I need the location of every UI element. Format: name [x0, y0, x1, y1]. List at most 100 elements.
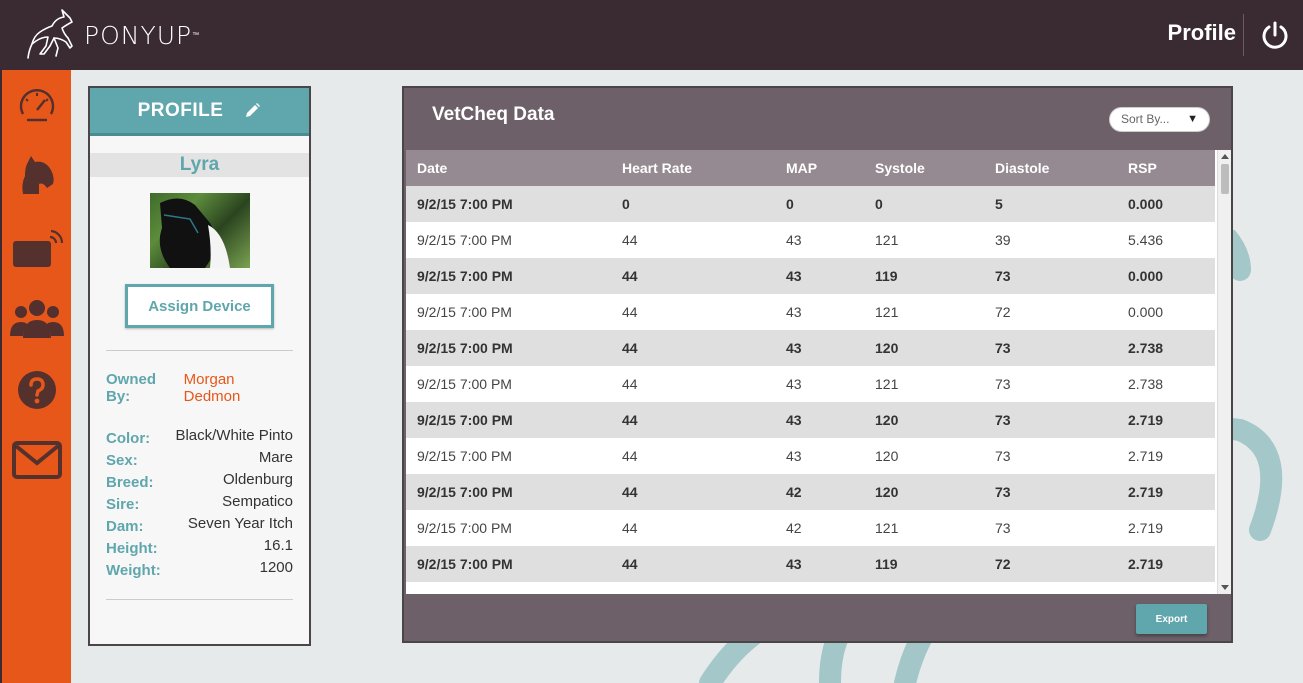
attribute-label: Breed: [106, 473, 154, 491]
dropdown-arrow-icon: ▼ [1187, 113, 1198, 125]
sidebar-item-devices[interactable] [6, 220, 68, 276]
sidebar-item-users[interactable] [6, 290, 68, 346]
table-cell: 119 [875, 546, 995, 582]
owner-row: Owned By: Morgan Dedmon [106, 371, 293, 405]
column-header-date[interactable]: Date [406, 150, 622, 186]
panel-title: VetCheq Data [432, 104, 555, 125]
table-row[interactable]: 9/2/15 7:00 PM 44 43 121 73 2.738 [406, 366, 1215, 402]
table-cell: 43 [786, 258, 875, 294]
sort-by-dropdown[interactable]: Sort By... ▼ [1109, 107, 1210, 132]
table-row[interactable]: 9/2/15 7:00 PM 44 43 120 73 2.719 [406, 438, 1215, 474]
table-cell: 73 [995, 438, 1128, 474]
table-cell: 0 [786, 186, 875, 222]
attribute-label: Sire: [106, 495, 140, 513]
table-row[interactable]: 9/2/15 7:00 PM 44 43 119 73 0.000 [406, 258, 1215, 294]
vetcheq-table-container[interactable]: Date Heart Rate MAP Systole Diastole RSP… [406, 150, 1231, 594]
table-cell: 2.719 [1128, 546, 1215, 582]
topbar-divider [1243, 14, 1244, 56]
attribute-label: Weight: [106, 561, 161, 579]
table-cell: 73 [995, 402, 1128, 438]
table-cell: 121 [875, 510, 995, 546]
sidebar-item-dashboard[interactable] [6, 78, 68, 134]
table-cell: 44 [622, 294, 786, 330]
attribute-row: Height: 16.1 [106, 535, 293, 557]
ponyup-logo[interactable]: PONYUP ™ [26, 8, 199, 62]
attribute-label: Dam: [106, 517, 144, 535]
attribute-value: 16.1 [263, 536, 293, 554]
table-cell: 73 [995, 510, 1128, 546]
owner-name-link[interactable]: Morgan Dedmon [184, 371, 293, 405]
attribute-row: Breed: Oldenburg [106, 469, 293, 491]
table-cell: 9/2/15 7:00 PM [406, 402, 622, 438]
sidebar-item-help[interactable] [6, 362, 68, 418]
table-cell: 9/2/15 7:00 PM [406, 546, 622, 582]
vetcheq-panel: VetCheq Data Sort By... ▼ Date Heart Rat… [402, 86, 1233, 643]
table-row[interactable]: 9/2/15 7:00 PM 44 43 121 72 0.000 [406, 294, 1215, 330]
table-header-row: Date Heart Rate MAP Systole Diastole RSP [406, 150, 1215, 186]
table-cell: 2.719 [1128, 474, 1215, 510]
sidebar-item-messages[interactable] [6, 432, 68, 488]
table-row[interactable]: 9/2/15 7:00 PM 44 43 120 73 2.719 [406, 402, 1215, 438]
export-button[interactable]: Export [1136, 604, 1207, 634]
table-cell: 44 [622, 402, 786, 438]
mail-icon [12, 441, 62, 479]
table-cell: 39 [995, 222, 1128, 258]
table-cell: 9/2/15 7:00 PM [406, 294, 622, 330]
table-cell: 9/2/15 7:00 PM [406, 438, 622, 474]
column-header-rsp[interactable]: RSP [1128, 150, 1215, 186]
sidebar [0, 70, 71, 683]
vetcheq-table: Date Heart Rate MAP Systole Diastole RSP… [406, 150, 1215, 582]
attribute-row: Color: Black/White Pinto [106, 425, 293, 447]
profile-divider [106, 599, 293, 600]
table-row[interactable]: 9/2/15 7:00 PM 44 43 121 39 5.436 [406, 222, 1215, 258]
table-cell: 43 [786, 546, 875, 582]
table-row[interactable]: 9/2/15 7:00 PM 0 0 0 5 0.000 [406, 186, 1215, 222]
table-cell: 0 [875, 186, 995, 222]
jumping-horse-logo-icon [27, 9, 73, 59]
scroll-down-arrow-icon[interactable] [1221, 585, 1229, 590]
table-cell: 2.738 [1128, 330, 1215, 366]
table-cell: 121 [875, 294, 995, 330]
table-cell: 2.719 [1128, 438, 1215, 474]
sidebar-item-horses[interactable] [6, 148, 68, 204]
table-row[interactable]: 9/2/15 7:00 PM 44 42 120 73 2.719 [406, 474, 1215, 510]
table-scrollbar[interactable] [1217, 150, 1231, 594]
attribute-value: Oldenburg [222, 470, 293, 488]
table-cell: 120 [875, 402, 995, 438]
table-cell: 44 [622, 366, 786, 402]
column-header-diastole[interactable]: Diastole [995, 150, 1128, 186]
table-cell: 9/2/15 7:00 PM [406, 330, 622, 366]
horse-head-icon [22, 156, 54, 194]
table-cell: 43 [786, 330, 875, 366]
users-group-icon [10, 300, 64, 338]
table-row[interactable]: 9/2/15 7:00 PM 44 42 121 73 2.719 [406, 510, 1215, 546]
table-cell: 43 [786, 438, 875, 474]
table-cell: 9/2/15 7:00 PM [406, 474, 622, 510]
speedometer-icon [19, 89, 55, 122]
sort-by-placeholder: Sort By... [1121, 112, 1170, 126]
table-row[interactable]: 9/2/15 7:00 PM 44 43 120 73 2.738 [406, 330, 1215, 366]
table-cell: 44 [622, 258, 786, 294]
table-cell: 0.000 [1128, 186, 1215, 222]
attribute-label: Height: [106, 539, 158, 557]
scroll-up-arrow-icon[interactable] [1221, 154, 1229, 159]
column-header-heart-rate[interactable]: Heart Rate [622, 150, 786, 186]
table-row[interactable]: 9/2/15 7:00 PM 44 43 119 72 2.719 [406, 546, 1215, 582]
table-cell: 44 [622, 330, 786, 366]
attribute-value: Black/White Pinto [175, 426, 293, 444]
scrollbar-thumb[interactable] [1221, 164, 1229, 194]
attribute-row: Weight: 1200 [106, 557, 293, 579]
column-header-map[interactable]: MAP [786, 150, 875, 186]
table-cell: 43 [786, 402, 875, 438]
column-header-systole[interactable]: Systole [875, 150, 995, 186]
table-cell: 72 [995, 294, 1128, 330]
brand-trademark: ™ [192, 31, 200, 39]
assign-device-button[interactable]: Assign Device [125, 284, 274, 328]
table-cell: 44 [622, 438, 786, 474]
table-cell: 73 [995, 474, 1128, 510]
pencil-edit-icon[interactable] [243, 102, 261, 120]
horse-photo [149, 193, 250, 268]
table-cell: 43 [786, 222, 875, 258]
logout-button[interactable] [1258, 18, 1292, 52]
horse-attributes: Color: Black/White Pinto Sex: Mare Breed: O… [106, 425, 293, 579]
